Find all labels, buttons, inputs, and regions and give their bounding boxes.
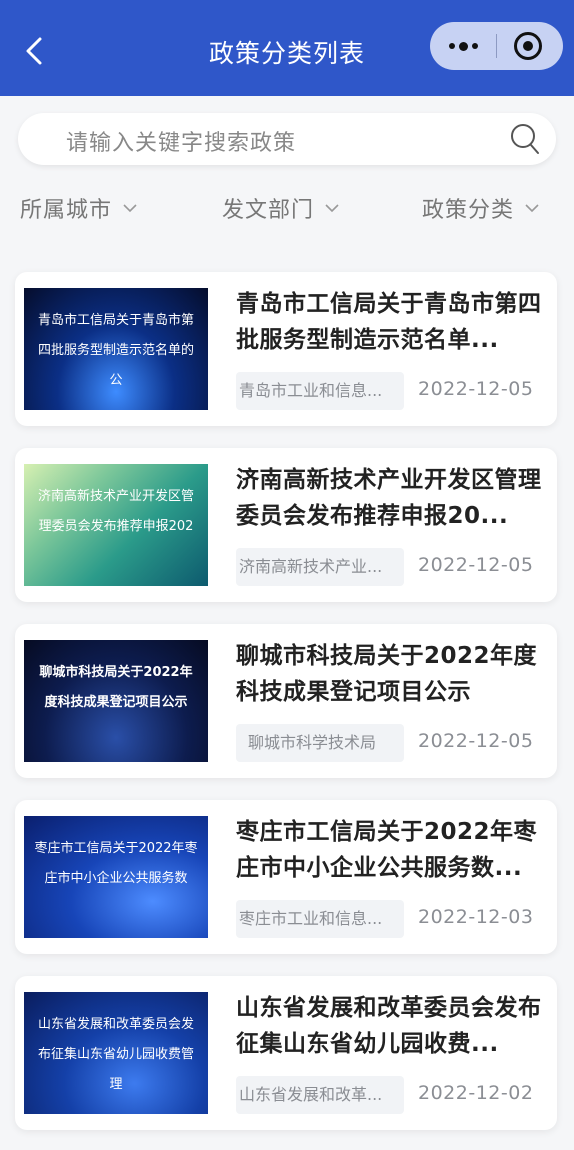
thumbnail-text: 枣庄市工信局关于2022年枣庄市中小企业公共服务数 — [34, 841, 198, 886]
search-icon[interactable] — [510, 123, 540, 155]
thumbnail-text: 山东省发展和改革委员会发布征集山东省幼儿园收费管理 — [37, 1017, 194, 1092]
policy-thumbnail: 聊城市科技局关于2022年度科技成果登记项目公示 — [24, 640, 208, 762]
policy-thumbnail: 济南高新技术产业开发区管理委员会发布推荐申报202 — [24, 464, 208, 586]
chevron-down-icon — [324, 200, 340, 216]
policy-card[interactable]: 济南高新技术产业开发区管理委员会发布推荐申报202 济南高新技术产业开发区管理委… — [15, 448, 557, 602]
policy-date: 2022-12-02 — [418, 1082, 534, 1104]
thumbnail-text: 济南高新技术产业开发区管理委员会发布推荐申报202 — [37, 489, 194, 534]
filter-department[interactable]: 发文部门 — [222, 192, 340, 224]
department-tag: 枣庄市工业和信息... — [236, 900, 404, 938]
search-bar[interactable]: 请输入关键字搜索政策 — [18, 113, 556, 165]
filter-city[interactable]: 所属城市 — [20, 192, 138, 224]
department-tag: 济南高新技术产业... — [236, 548, 404, 586]
policy-thumbnail: 山东省发展和改革委员会发布征集山东省幼儿园收费管理 — [24, 992, 208, 1114]
policy-thumbnail: 枣庄市工信局关于2022年枣庄市中小企业公共服务数 — [24, 816, 208, 938]
close-target-icon[interactable] — [514, 32, 542, 60]
thumbnail-text: 聊城市科技局关于2022年度科技成果登记项目公示 — [39, 665, 193, 710]
department-tag: 聊城市科学技术局 — [236, 724, 404, 762]
filter-category-label: 政策分类 — [422, 198, 515, 223]
policy-date: 2022-12-05 — [418, 554, 534, 576]
search-input[interactable]: 请输入关键字搜索政策 — [66, 125, 296, 157]
policy-card[interactable]: 枣庄市工信局关于2022年枣庄市中小企业公共服务数 枣庄市工信局关于2022年枣… — [15, 800, 557, 954]
nav-bar: 政策分类列表 — [0, 0, 574, 96]
policy-date: 2022-12-03 — [418, 906, 534, 928]
thumbnail-text: 青岛市工信局关于青岛市第四批服务型制造示范名单的公 — [37, 313, 194, 388]
filter-city-label: 所属城市 — [20, 198, 113, 223]
filter-category[interactable]: 政策分类 — [422, 192, 540, 224]
policy-title: 聊城市科技局关于2022年度科技成果登记项目公示 — [236, 643, 538, 705]
chevron-down-icon — [122, 200, 138, 216]
chevron-down-icon — [524, 200, 540, 216]
policy-title: 枣庄市工信局关于2022年枣庄市中小企业公共服务数... — [236, 819, 538, 881]
capsule-divider — [496, 34, 497, 58]
policy-date: 2022-12-05 — [418, 730, 534, 752]
mini-program-capsule — [430, 22, 563, 70]
policy-title: 青岛市工信局关于青岛市第四批服务型制造示范名单... — [236, 291, 542, 353]
department-tag: 青岛市工业和信息... — [236, 372, 404, 410]
policy-date: 2022-12-05 — [418, 378, 534, 400]
policy-thumbnail: 青岛市工信局关于青岛市第四批服务型制造示范名单的公 — [24, 288, 208, 410]
policy-card[interactable]: 青岛市工信局关于青岛市第四批服务型制造示范名单的公 青岛市工信局关于青岛市第四批… — [15, 272, 557, 426]
policy-title: 山东省发展和改革委员会发布征集山东省幼儿园收费... — [236, 995, 542, 1057]
policy-card[interactable]: 聊城市科技局关于2022年度科技成果登记项目公示 聊城市科技局关于2022年度科… — [15, 624, 557, 778]
policy-title: 济南高新技术产业开发区管理委员会发布推荐申报20... — [236, 467, 542, 529]
policy-card[interactable]: 山东省发展和改革委员会发布征集山东省幼儿园收费管理 山东省发展和改革委员会发布征… — [15, 976, 557, 1130]
department-tag: 山东省发展和改革... — [236, 1076, 404, 1114]
filter-department-label: 发文部门 — [222, 198, 315, 223]
more-icon[interactable] — [430, 22, 496, 70]
